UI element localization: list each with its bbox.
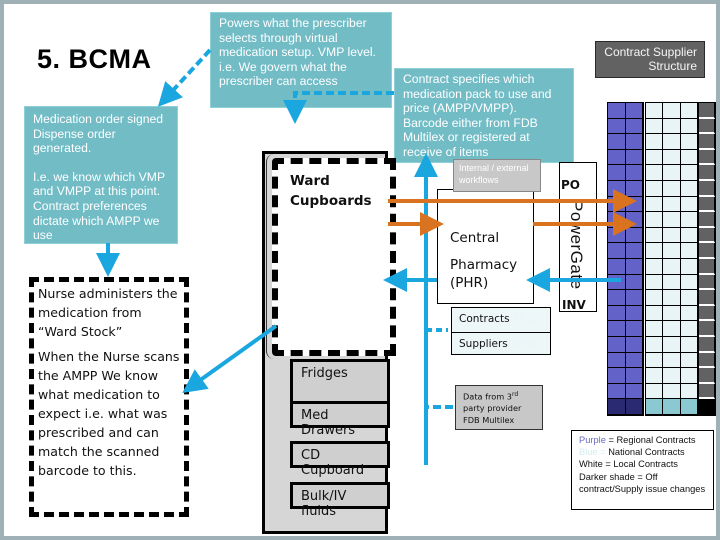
connector-layer [96, 48, 637, 465]
arrow-ward-to-nurse [182, 324, 278, 393]
dashed-fdb-line [424, 330, 453, 409]
arrow-powers-to-order [157, 48, 212, 107]
slide: 5. BCMA Powers what the prescriber selec… [4, 4, 716, 536]
arrow-contract-to-powers [283, 91, 394, 124]
